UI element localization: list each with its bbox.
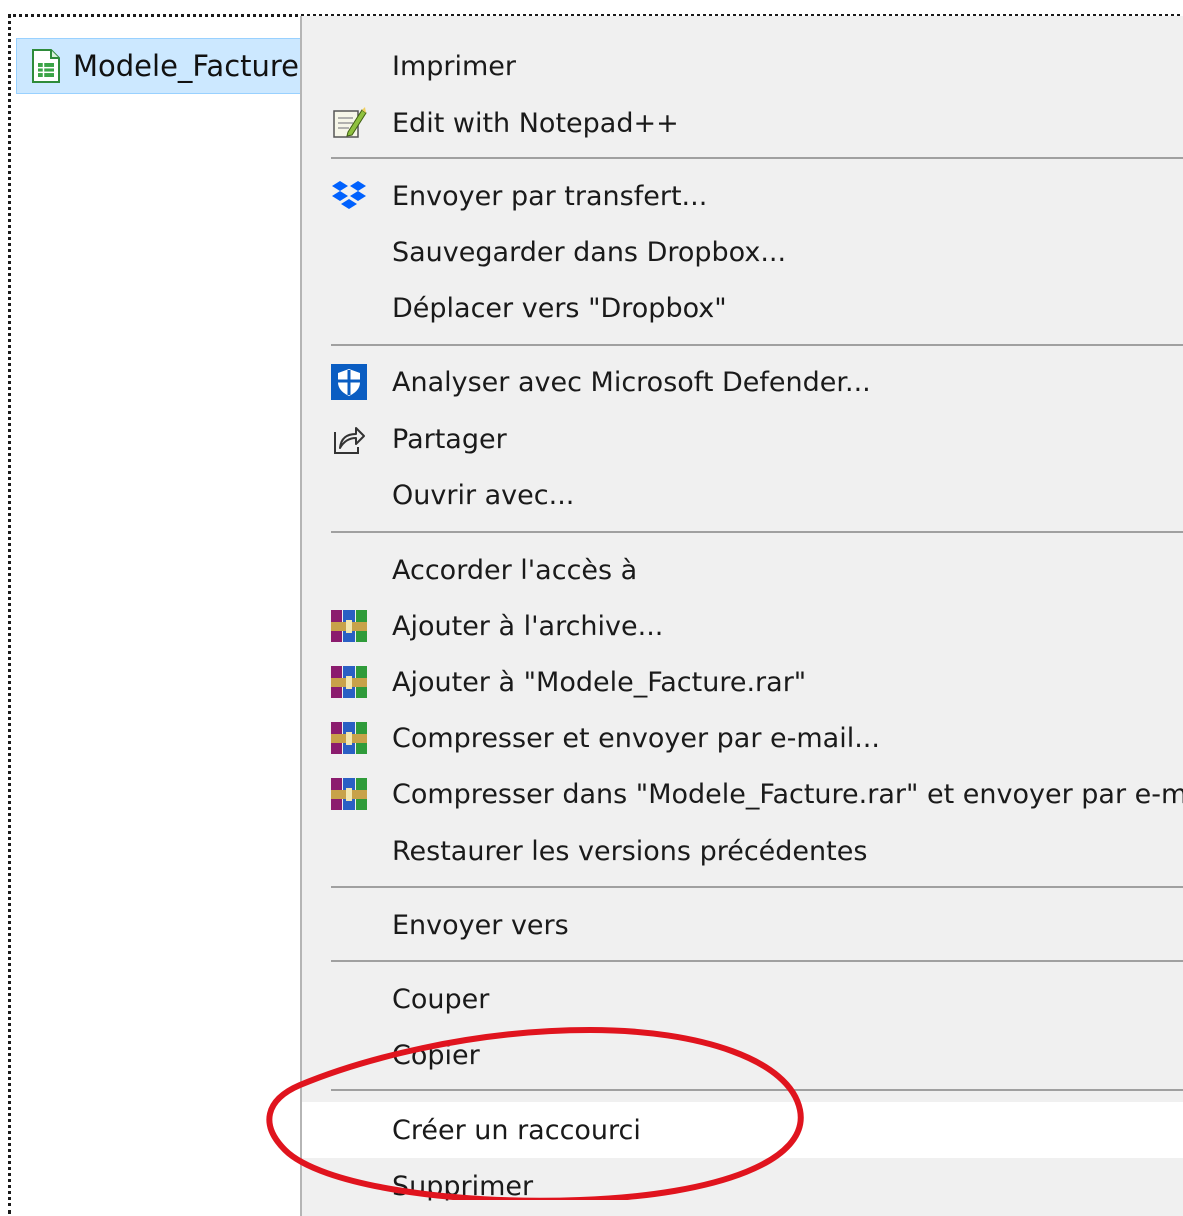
menu-item-analyser-defender[interactable]: Analyser avec Microsoft Defender... bbox=[302, 356, 1183, 408]
menu-item-ouvrir-avec[interactable]: Ouvrir avec... bbox=[302, 469, 1183, 521]
menu-item-envoyer-transfert[interactable]: Envoyer par transfert... bbox=[302, 170, 1183, 222]
menu-separator bbox=[331, 1089, 1183, 1091]
menu-item-sauvegarder-dropbox[interactable]: Sauvegarder dans Dropbox... bbox=[302, 226, 1183, 278]
share-icon bbox=[329, 419, 369, 459]
notepadpp-icon bbox=[329, 103, 369, 143]
menu-separator bbox=[331, 886, 1183, 888]
menu-item-creer-raccourci[interactable]: Créer un raccourci bbox=[302, 1102, 1183, 1158]
menu-item-edit-notepadpp[interactable]: Edit with Notepad++ bbox=[302, 97, 1183, 149]
spreadsheet-file-icon bbox=[32, 49, 60, 83]
menu-item-compresser-email[interactable]: Compresser et envoyer par e-mail... bbox=[302, 712, 1183, 764]
menu-item-label: Ajouter à l'archive... bbox=[392, 610, 664, 642]
menu-item-ajouter-archive[interactable]: Ajouter à l'archive... bbox=[302, 600, 1183, 652]
menu-item-envoyer-vers[interactable]: Envoyer vers bbox=[302, 899, 1183, 951]
menu-item-label: Analyser avec Microsoft Defender... bbox=[392, 366, 871, 398]
file-name-label: Modele_Facture. bbox=[73, 49, 306, 83]
menu-item-label: Imprimer bbox=[392, 50, 517, 82]
menu-item-label: Copier bbox=[392, 1039, 480, 1071]
winrar-icon bbox=[329, 774, 369, 814]
menu-item-deplacer-dropbox[interactable]: Déplacer vers "Dropbox" bbox=[302, 282, 1183, 334]
menu-item-label: Sauvegarder dans Dropbox... bbox=[392, 236, 787, 268]
menu-item-label: Déplacer vers "Dropbox" bbox=[392, 292, 727, 324]
menu-item-label: Envoyer vers bbox=[392, 909, 569, 941]
menu-separator bbox=[331, 531, 1183, 533]
menu-item-label: Ouvrir avec... bbox=[392, 479, 575, 511]
winrar-icon bbox=[329, 606, 369, 646]
menu-item-label: Restaurer les versions précédentes bbox=[392, 835, 868, 867]
menu-item-imprimer[interactable]: Imprimer bbox=[302, 40, 1183, 92]
menu-item-label: Accorder l'accès à bbox=[392, 554, 638, 586]
selected-file-item[interactable]: Modele_Facture. bbox=[16, 38, 306, 94]
menu-item-ajouter-rar[interactable]: Ajouter à "Modele_Facture.rar" bbox=[302, 656, 1183, 708]
menu-separator bbox=[331, 344, 1183, 346]
menu-item-partager[interactable]: Partager bbox=[302, 413, 1183, 465]
menu-item-couper[interactable]: Couper bbox=[302, 973, 1183, 1025]
menu-item-accorder-acces[interactable]: Accorder l'accès à bbox=[302, 544, 1183, 596]
dropbox-icon bbox=[329, 176, 369, 216]
menu-item-restaurer-versions[interactable]: Restaurer les versions précédentes bbox=[302, 825, 1183, 877]
menu-item-label: Edit with Notepad++ bbox=[392, 107, 679, 139]
menu-separator bbox=[331, 960, 1183, 962]
menu-item-compresser-rar-email[interactable]: Compresser dans "Modele_Facture.rar" et … bbox=[302, 768, 1183, 820]
menu-item-label: Partager bbox=[392, 423, 507, 455]
menu-item-label: Ajouter à "Modele_Facture.rar" bbox=[392, 666, 807, 698]
context-menu: Imprimer Edit with Notepad++ Envoyer par… bbox=[300, 16, 1183, 1216]
menu-separator bbox=[331, 157, 1183, 159]
menu-item-label: Envoyer par transfert... bbox=[392, 180, 708, 212]
menu-item-label: Compresser et envoyer par e-mail... bbox=[392, 722, 880, 754]
winrar-icon bbox=[329, 718, 369, 758]
menu-item-label: Compresser dans "Modele_Facture.rar" et … bbox=[392, 778, 1183, 810]
defender-shield-icon bbox=[329, 362, 369, 402]
menu-item-supprimer[interactable]: Supprimer bbox=[302, 1160, 1183, 1212]
menu-item-label: Supprimer bbox=[392, 1170, 534, 1202]
winrar-icon bbox=[329, 662, 369, 702]
menu-item-label: Créer un raccourci bbox=[392, 1114, 641, 1146]
menu-item-label: Couper bbox=[392, 983, 490, 1015]
menu-item-copier[interactable]: Copier bbox=[302, 1029, 1183, 1081]
